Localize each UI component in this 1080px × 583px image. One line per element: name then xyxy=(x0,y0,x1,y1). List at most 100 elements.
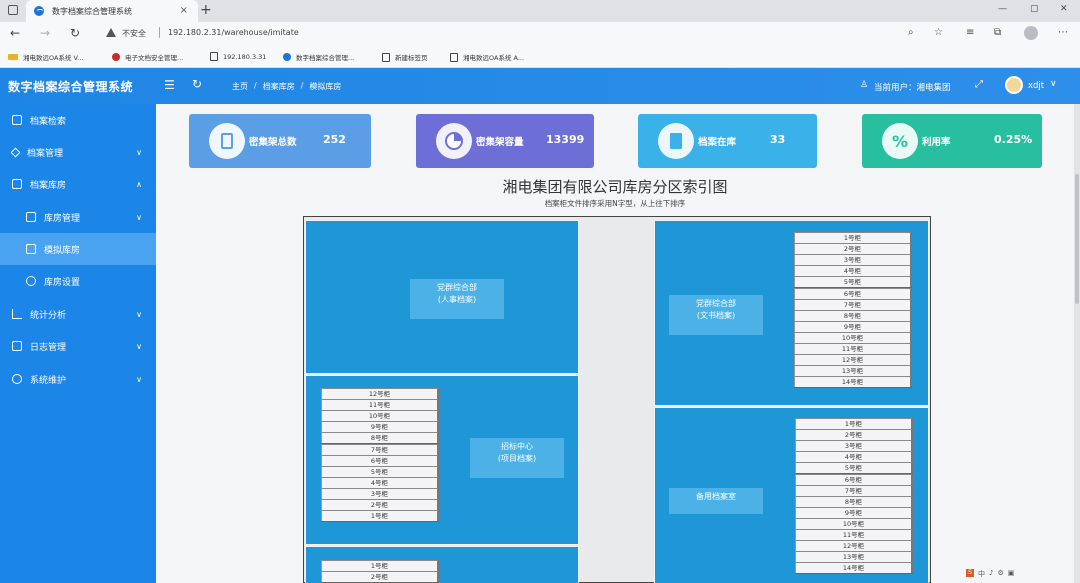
cabinet[interactable]: 8号柜 xyxy=(795,495,913,507)
breadcrumb-home[interactable]: 主页 xyxy=(232,81,248,92)
zone-project-archives[interactable]: 招标中心 (项目档案) 12号柜 11号柜 10号柜 9号柜 8号柜 7号柜 6号柜 5号柜 4号… xyxy=(305,375,579,545)
back-icon[interactable]: ← xyxy=(10,26,20,40)
favorite-star-icon[interactable]: ☆ xyxy=(934,27,943,38)
cabinet[interactable]: 13号柜 xyxy=(794,365,912,377)
favorites-icon[interactable]: ≡ xyxy=(966,27,974,38)
maximize-button[interactable]: ▢ xyxy=(1030,4,1039,14)
cabinet[interactable]: 7号柜 xyxy=(794,298,912,310)
bookmark-item[interactable]: 电子文档安全管理... xyxy=(112,52,183,62)
breadcrumb-separator: / xyxy=(300,81,304,90)
tab-actions-icon[interactable] xyxy=(8,5,18,15)
bookmark-item[interactable]: 数字档案综合管理... xyxy=(283,52,354,62)
cabinet[interactable]: 2号柜 xyxy=(794,243,912,255)
sidebar-item-simulated-warehouse[interactable]: 模拟库房 xyxy=(0,233,156,265)
new-tab-button[interactable]: + xyxy=(200,2,212,18)
cabinet[interactable]: 10号柜 xyxy=(794,331,912,343)
cabinet[interactable]: 11号柜 xyxy=(794,343,912,354)
tray-icon[interactable]: ♪ xyxy=(989,569,993,579)
url-input[interactable]: 192.180.2.31/warehouse/imitate xyxy=(168,28,299,37)
cabinet[interactable]: 14号柜 xyxy=(795,562,913,574)
cabinet[interactable]: 12号柜 xyxy=(794,354,912,366)
menu-toggle-icon[interactable]: ☰ xyxy=(164,78,175,92)
sidebar-item-log-management[interactable]: 日志管理 ∨ xyxy=(0,330,156,362)
sidebar-item-archive-warehouse[interactable]: 档案库房 ∧ xyxy=(0,168,156,200)
tray-icon[interactable]: ⚙ xyxy=(997,569,1003,579)
cabinet[interactable]: 7号柜 xyxy=(795,484,913,496)
ime-language[interactable]: 中 xyxy=(978,569,985,579)
cabinet[interactable]: 9号柜 xyxy=(321,421,439,433)
cabinet[interactable]: 2号柜 xyxy=(321,571,439,583)
cabinet[interactable]: 14号柜 xyxy=(794,376,912,388)
fullscreen-icon[interactable]: ⤢ xyxy=(975,79,983,90)
sidebar-item-archive-management[interactable]: 档案管理 ∨ xyxy=(0,136,156,168)
cabinet[interactable]: 12号柜 xyxy=(321,388,439,399)
page-icon xyxy=(450,52,458,62)
ime-icon[interactable]: S xyxy=(966,569,974,577)
page-scrollbar[interactable] xyxy=(1074,104,1080,583)
cabinet[interactable]: 3号柜 xyxy=(794,254,912,266)
tab-close-icon[interactable]: × xyxy=(180,5,188,16)
cabinet[interactable]: 4号柜 xyxy=(794,265,912,277)
tray-icon[interactable]: ▣ xyxy=(1008,569,1015,579)
cabinet[interactable]: 3号柜 xyxy=(795,440,913,452)
collections-icon[interactable]: ⧉ xyxy=(994,27,1001,38)
cabinet[interactable]: 3号柜 xyxy=(321,487,439,499)
cabinet[interactable]: 4号柜 xyxy=(321,476,439,488)
bookmark-item[interactable]: 新建标签页 xyxy=(382,52,428,62)
cabinet[interactable]: 5号柜 xyxy=(794,276,912,288)
username[interactable]: xdjt xyxy=(1028,81,1044,91)
zone-label: 招标中心 (项目档案) xyxy=(470,438,564,478)
cabinet[interactable]: 1号柜 xyxy=(321,510,439,522)
zone-spare-archive-room[interactable]: 备用档案室 1号柜 2号柜 3号柜 4号柜 5号柜 6号柜 7号柜 8号柜 9号柜 10号柜 11号… xyxy=(654,407,929,583)
cabinet[interactable]: 6号柜 xyxy=(321,454,439,466)
bookmark-item[interactable]: 湘电致远OA系统 V... xyxy=(8,52,83,62)
sidebar-item-warehouse-settings[interactable]: 库房设置 xyxy=(0,265,156,297)
cabinet[interactable]: 1号柜 xyxy=(794,232,912,243)
sidebar-item-archive-search[interactable]: 档案检索 xyxy=(0,104,156,136)
cabinet[interactable]: 6号柜 xyxy=(795,473,913,485)
scrollbar-thumb[interactable] xyxy=(1075,174,1079,304)
avatar[interactable] xyxy=(1005,76,1023,94)
cabinet[interactable]: 4号柜 xyxy=(795,451,913,463)
zone-hr-archives[interactable]: 党群综合部 (人事档案) xyxy=(305,220,579,374)
cabinet[interactable]: 13号柜 xyxy=(795,551,913,563)
bookmark-item[interactable]: 湘电致远OA系统 A... xyxy=(450,52,524,62)
reload-icon[interactable]: ↻ xyxy=(70,26,80,40)
forward-icon[interactable]: → xyxy=(40,26,50,40)
insecure-label[interactable]: 不安全 xyxy=(122,28,146,39)
zone-partial[interactable]: 1号柜 2号柜 xyxy=(305,546,579,583)
cabinet[interactable]: 5号柜 xyxy=(795,462,913,474)
cabinet[interactable]: 6号柜 xyxy=(794,287,912,299)
cabinet[interactable]: 10号柜 xyxy=(795,517,913,529)
zone-document-archives[interactable]: 党群综合部 (文书档案) 1号柜 2号柜 3号柜 4号柜 5号柜 6号柜 7号柜 8号柜 9号柜 1… xyxy=(654,220,929,406)
cabinet[interactable]: 11号柜 xyxy=(795,529,913,540)
sidebar-item-label: 档案库房 xyxy=(30,180,67,191)
close-window-button[interactable]: ✕ xyxy=(1060,4,1068,14)
minimize-button[interactable]: — xyxy=(998,4,1007,14)
refresh-icon[interactable]: ↻ xyxy=(192,77,202,91)
chevron-down-icon: ∨ xyxy=(136,341,142,351)
cabinet[interactable]: 8号柜 xyxy=(794,309,912,321)
cabinet[interactable]: 11号柜 xyxy=(321,399,439,411)
browser-tab-active[interactable]: 数字档案综合管理系统 × xyxy=(26,0,198,22)
cabinet[interactable]: 12号柜 xyxy=(795,540,913,552)
sidebar-item-system-maintenance[interactable]: 系统维护 ∨ xyxy=(0,363,156,395)
sidebar-item-statistics[interactable]: 统计分析 ∨ xyxy=(0,298,156,330)
cabinet[interactable]: 8号柜 xyxy=(321,432,439,444)
cabinet[interactable]: 7号柜 xyxy=(321,443,439,455)
cabinet[interactable]: 9号柜 xyxy=(795,506,913,518)
cabinet[interactable]: 2号柜 xyxy=(795,429,913,441)
sidebar-item-warehouse-management[interactable]: 库房管理 ∨ xyxy=(0,201,156,233)
breadcrumb-warehouse[interactable]: 档案库房 xyxy=(263,81,295,92)
bookmark-item[interactable]: 192.180.3.31 xyxy=(210,52,266,61)
cabinet[interactable]: 9号柜 xyxy=(794,320,912,332)
cabinet[interactable]: 10号柜 xyxy=(321,410,439,422)
chevron-down-icon[interactable]: ∨ xyxy=(1050,79,1057,89)
profile-avatar[interactable] xyxy=(1024,26,1038,40)
cabinet[interactable]: 1号柜 xyxy=(795,418,913,429)
cabinet[interactable]: 1号柜 xyxy=(321,560,439,571)
read-aloud-icon[interactable]: ⌕ xyxy=(908,27,914,38)
cabinet[interactable]: 5号柜 xyxy=(321,465,439,477)
cabinet[interactable]: 2号柜 xyxy=(321,499,439,510)
more-icon[interactable]: ⋯ xyxy=(1058,27,1068,38)
